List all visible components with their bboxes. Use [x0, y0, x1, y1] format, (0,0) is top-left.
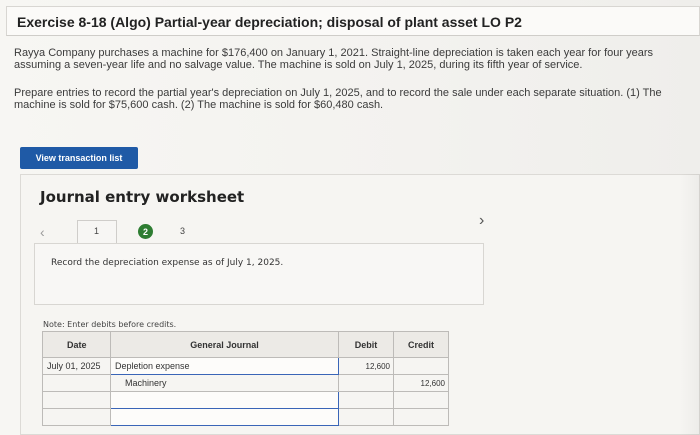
general-journal-header: General Journal: [110, 331, 339, 358]
date-cell[interactable]: [42, 374, 111, 392]
credit-input[interactable]: [393, 391, 449, 409]
debit-header: Debit: [338, 331, 394, 358]
panel-shadow: [680, 174, 700, 435]
tab-2-active[interactable]: 2: [138, 224, 153, 239]
entry-note: Note: Enter debits before credits.: [43, 320, 177, 329]
debit-input[interactable]: [338, 374, 394, 392]
account-input[interactable]: Machinery: [110, 374, 339, 392]
date-cell[interactable]: July 01, 2025: [42, 357, 111, 375]
journal-header-row: Date General Journal Debit Credit: [42, 331, 449, 358]
table-row: Machinery 12,600: [42, 374, 449, 392]
account-input[interactable]: Depletion expense: [110, 357, 339, 375]
credit-header: Credit: [393, 331, 449, 358]
debit-input[interactable]: [338, 408, 394, 426]
tab-1[interactable]: 1: [94, 226, 99, 236]
date-header: Date: [42, 331, 111, 358]
date-cell[interactable]: [42, 408, 111, 426]
table-row: [42, 408, 449, 426]
table-row: July 01, 2025 Depletion expense 12,600: [42, 357, 449, 375]
debit-input[interactable]: [338, 391, 394, 409]
journal-table: Date General Journal Debit Credit July 0…: [42, 331, 449, 426]
chevron-right-icon[interactable]: ›: [479, 212, 484, 230]
date-cell[interactable]: [42, 391, 111, 409]
credit-input[interactable]: [393, 357, 449, 375]
chevron-left-icon[interactable]: ‹: [40, 224, 45, 240]
worksheet-title: Journal entry worksheet: [40, 188, 245, 206]
exercise-header: Exercise 8-18 (Algo) Partial-year deprec…: [6, 6, 700, 36]
view-transaction-list-button[interactable]: View transaction list: [20, 147, 138, 169]
tab-3[interactable]: 3: [180, 226, 185, 236]
credit-input[interactable]: [393, 408, 449, 426]
instruction-box: [34, 243, 484, 305]
instruction-text: Record the depreciation expense as of Ju…: [51, 258, 284, 268]
credit-input[interactable]: 12,600: [393, 374, 449, 392]
table-row: [42, 391, 449, 409]
debit-input[interactable]: 12,600: [338, 357, 394, 375]
exercise-title: Exercise 8-18 (Algo) Partial-year deprec…: [17, 14, 522, 30]
account-input[interactable]: [110, 408, 339, 426]
account-input[interactable]: [110, 391, 339, 409]
problem-paragraph-1: Rayya Company purchases a machine for $1…: [14, 47, 653, 71]
problem-paragraph-2: Prepare entries to record the partial ye…: [14, 87, 662, 111]
